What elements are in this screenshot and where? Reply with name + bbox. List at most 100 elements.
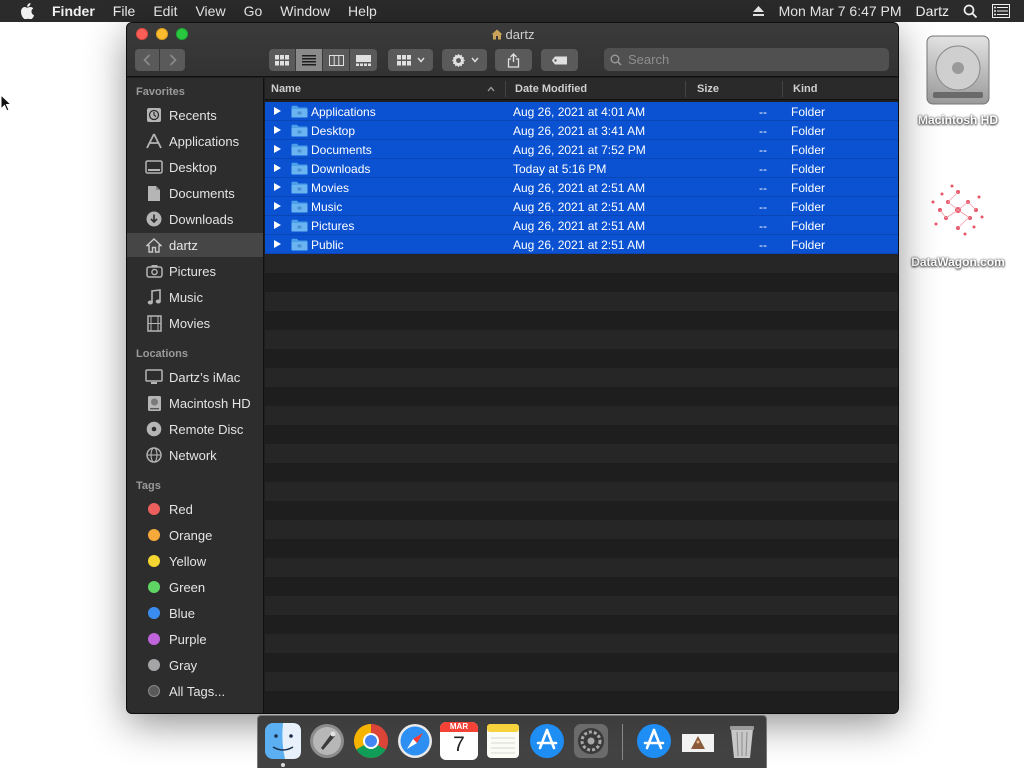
gallery-view-button[interactable] — [350, 49, 377, 71]
action-menu-button[interactable] — [442, 49, 487, 71]
menu-help[interactable]: Help — [348, 3, 377, 19]
launchpad-icon[interactable] — [308, 722, 346, 760]
empty-row — [265, 539, 898, 558]
disclosure-triangle-icon[interactable] — [274, 164, 281, 172]
file-row[interactable]: Desktop Aug 26, 2021 at 3:41 AM -- Folder — [265, 121, 898, 140]
disclosure-triangle-icon[interactable] — [274, 202, 281, 210]
group-by-button[interactable] — [388, 49, 433, 71]
chrome-icon[interactable] — [352, 722, 390, 760]
sidebar: Favorites Recents Applications Desktop D… — [127, 78, 264, 713]
sidebar-item-pictures[interactable]: Pictures — [127, 259, 263, 283]
menu-file[interactable]: File — [113, 3, 136, 19]
edit-tags-button[interactable] — [541, 49, 578, 71]
file-kind: Folder — [791, 219, 826, 233]
sidebar-item-recents[interactable]: Recents — [127, 103, 263, 127]
file-row[interactable]: Public Aug 26, 2021 at 2:51 AM -- Folder — [265, 235, 898, 254]
sidebar-item-desktop[interactable]: Desktop — [127, 155, 263, 179]
forward-button[interactable] — [160, 49, 185, 71]
spotlight-search-icon[interactable] — [963, 4, 978, 19]
search-icon — [610, 54, 622, 66]
share-button[interactable] — [495, 49, 532, 71]
notes-icon[interactable] — [484, 722, 522, 760]
sidebar-item-macintosh-hd[interactable]: Macintosh HD — [127, 391, 263, 415]
menu-go[interactable]: Go — [244, 3, 263, 19]
sidebar-tag-blue[interactable]: Blue — [127, 601, 263, 625]
sort-ascending-icon[interactable] — [487, 86, 495, 92]
sidebar-item-downloads[interactable]: Downloads — [127, 207, 263, 231]
sidebar-all-tags[interactable]: All Tags... — [127, 679, 263, 703]
system-preferences-icon[interactable] — [572, 722, 610, 760]
back-button[interactable] — [135, 49, 160, 71]
sidebar-item-network[interactable]: Network — [127, 443, 263, 467]
search-field[interactable] — [604, 48, 889, 71]
sidebar-tag-green[interactable]: Green — [127, 575, 263, 599]
sidebar-item-label: Music — [169, 289, 203, 305]
sidebar-item-label: Macintosh HD — [169, 395, 251, 411]
file-name: Public — [311, 238, 344, 252]
sidebar-tag-purple[interactable]: Purple — [127, 627, 263, 651]
documents-stack-icon[interactable] — [679, 722, 717, 760]
sidebar-item-applications[interactable]: Applications — [127, 129, 263, 153]
eject-icon[interactable] — [752, 5, 765, 17]
sidebar-tag-orange[interactable]: Orange — [127, 523, 263, 547]
disclosure-triangle-icon[interactable] — [274, 240, 281, 248]
disclosure-triangle-icon[interactable] — [274, 145, 281, 153]
menu-view[interactable]: View — [195, 3, 225, 19]
desktop-icon-macintosh-hd[interactable]: Macintosh HD — [903, 30, 1013, 127]
disclosure-triangle-icon[interactable] — [274, 107, 281, 115]
sidebar-item-movies[interactable]: Movies — [127, 311, 263, 335]
file-date-modified: Aug 26, 2021 at 3:41 AM — [513, 124, 646, 138]
file-row[interactable]: Documents Aug 26, 2021 at 7:52 PM -- Folder — [265, 140, 898, 159]
sidebar-item-music[interactable]: Music — [127, 285, 263, 309]
file-date-modified: Today at 5:16 PM — [513, 162, 607, 176]
menu-clock[interactable]: Mon Mar 7 6:47 PM — [779, 3, 902, 19]
column-view-button[interactable] — [323, 49, 350, 71]
column-header-size[interactable]: Size — [697, 83, 719, 95]
file-row[interactable]: Movies Aug 26, 2021 at 2:51 AM -- Folder — [265, 178, 898, 197]
window-title-text: dartz — [505, 27, 535, 42]
file-name: Music — [311, 200, 343, 214]
finder-icon[interactable] — [264, 722, 302, 760]
sidebar-item-imac[interactable]: Dartz’s iMac — [127, 365, 263, 389]
app-store-downloads-icon[interactable] — [635, 722, 673, 760]
calendar-day: 7 — [453, 733, 465, 756]
column-header-kind[interactable]: Kind — [793, 83, 817, 95]
apple-menu-icon[interactable] — [20, 3, 34, 19]
column-divider[interactable] — [505, 81, 506, 97]
safari-icon[interactable] — [396, 722, 434, 760]
list-view-button[interactable] — [296, 49, 323, 71]
empty-row — [265, 425, 898, 444]
disclosure-triangle-icon[interactable] — [274, 126, 281, 134]
sidebar-item-dartz[interactable]: dartz — [127, 233, 263, 257]
disclosure-triangle-icon[interactable] — [274, 221, 281, 229]
file-row[interactable]: Applications Aug 26, 2021 at 4:01 AM -- Fol… — [265, 102, 898, 121]
sidebar-tag-gray[interactable]: Gray — [127, 653, 263, 677]
calendar-icon[interactable]: MAR 7 — [440, 722, 478, 760]
column-divider[interactable] — [685, 81, 686, 97]
file-row[interactable]: Pictures Aug 26, 2021 at 2:51 AM -- Folder — [265, 216, 898, 235]
title-bar[interactable]: dartz — [127, 23, 898, 77]
search-input[interactable] — [628, 52, 868, 67]
column-header-name[interactable]: Name — [271, 83, 301, 95]
hard-drive-icon — [926, 35, 990, 105]
sidebar-tag-red[interactable]: Red — [127, 497, 263, 521]
icon-view-button[interactable] — [269, 49, 296, 71]
column-divider[interactable] — [782, 81, 783, 97]
menu-window[interactable]: Window — [280, 3, 330, 19]
sidebar-item-remote-disc[interactable]: Remote Disc — [127, 417, 263, 441]
sidebar-tag-yellow[interactable]: Yellow — [127, 549, 263, 573]
menu-edit[interactable]: Edit — [153, 3, 177, 19]
desktop-icon-datawagon[interactable]: DataWagon.com — [903, 172, 1013, 269]
sidebar-item-documents[interactable]: Documents — [127, 181, 263, 205]
sidebar-item-label: Purple — [169, 631, 207, 647]
file-row[interactable]: Downloads Today at 5:16 PM -- Folder — [265, 159, 898, 178]
app-store-icon[interactable] — [528, 722, 566, 760]
disclosure-triangle-icon[interactable] — [274, 183, 281, 191]
control-center-icon[interactable] — [992, 4, 1010, 18]
menu-app-name[interactable]: Finder — [52, 3, 95, 19]
menu-user[interactable]: Dartz — [916, 3, 949, 19]
trash-icon[interactable] — [723, 722, 761, 760]
column-header-date-modified[interactable]: Date Modified — [515, 83, 587, 95]
clock-icon — [144, 106, 164, 124]
file-row[interactable]: Music Aug 26, 2021 at 2:51 AM -- Folder — [265, 197, 898, 216]
